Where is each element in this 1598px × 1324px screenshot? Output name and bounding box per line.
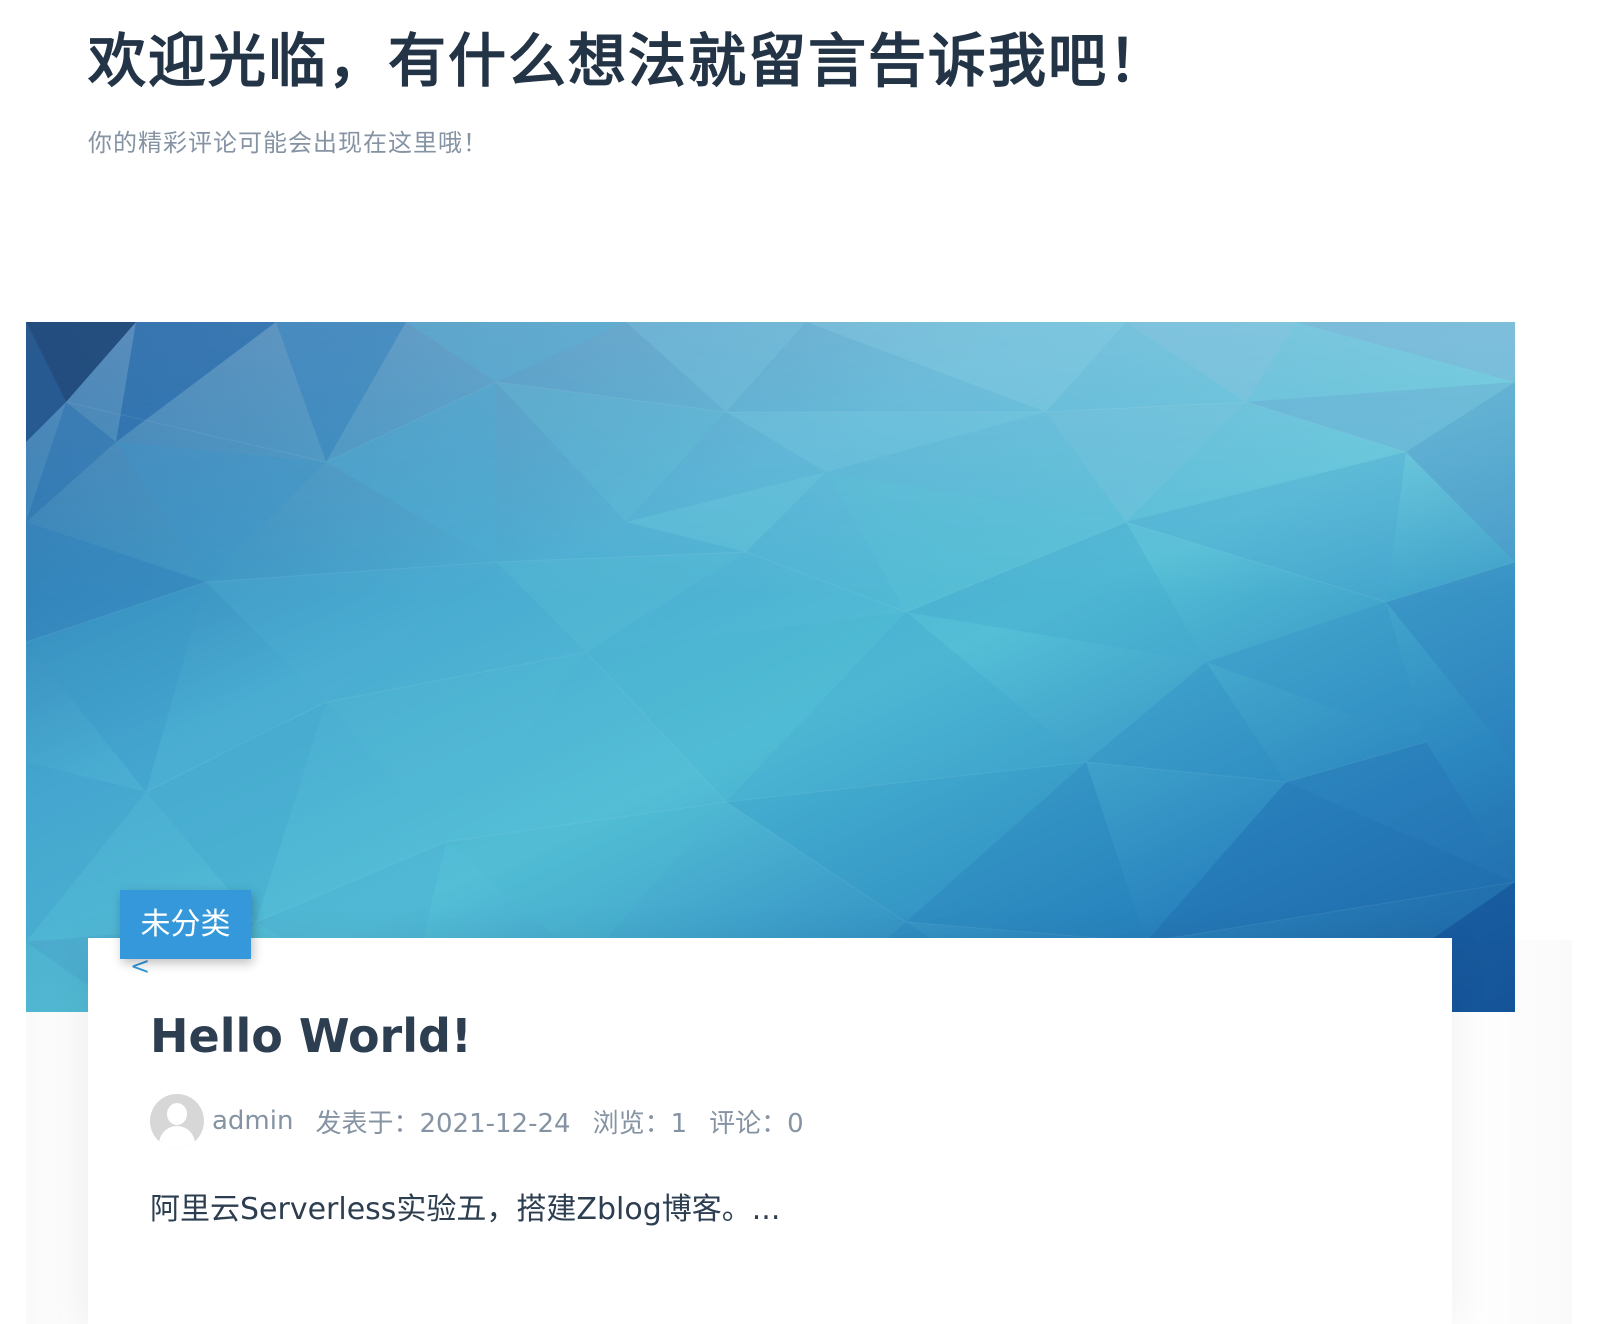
site-header: 欢迎光临，有什么想法就留言告诉我吧！ 你的精彩评论可能会出现在这里哦！ <box>88 28 1168 158</box>
category-tag[interactable]: 未分类 <box>120 890 251 959</box>
post-author[interactable]: admin <box>212 1106 293 1136</box>
post-title[interactable]: Hello World! <box>150 1008 472 1064</box>
avatar[interactable] <box>150 1094 204 1148</box>
post-meta: admin 发表于：2021-12-24 浏览：1 评论：0 <box>150 1094 826 1148</box>
post-comments: 评论：0 <box>709 1108 804 1139</box>
site-subtitle: 你的精彩评论可能会出现在这里哦！ <box>88 129 488 157</box>
avatar-head-icon <box>167 1103 187 1125</box>
site-title[interactable]: 欢迎光临，有什么想法就留言告诉我吧！ <box>88 28 1168 94</box>
avatar-body-icon <box>159 1126 195 1148</box>
page: 欢迎光临，有什么想法就留言告诉我吧！ 你的精彩评论可能会出现在这里哦！ 未分类 … <box>0 0 1598 1324</box>
post-views: 浏览：1 <box>592 1108 688 1139</box>
post-excerpt: 阿里云Serverless实验五，搭建Zblog博客。... <box>150 1192 781 1227</box>
post-date: 发表于：2021-12-24 <box>315 1108 571 1139</box>
